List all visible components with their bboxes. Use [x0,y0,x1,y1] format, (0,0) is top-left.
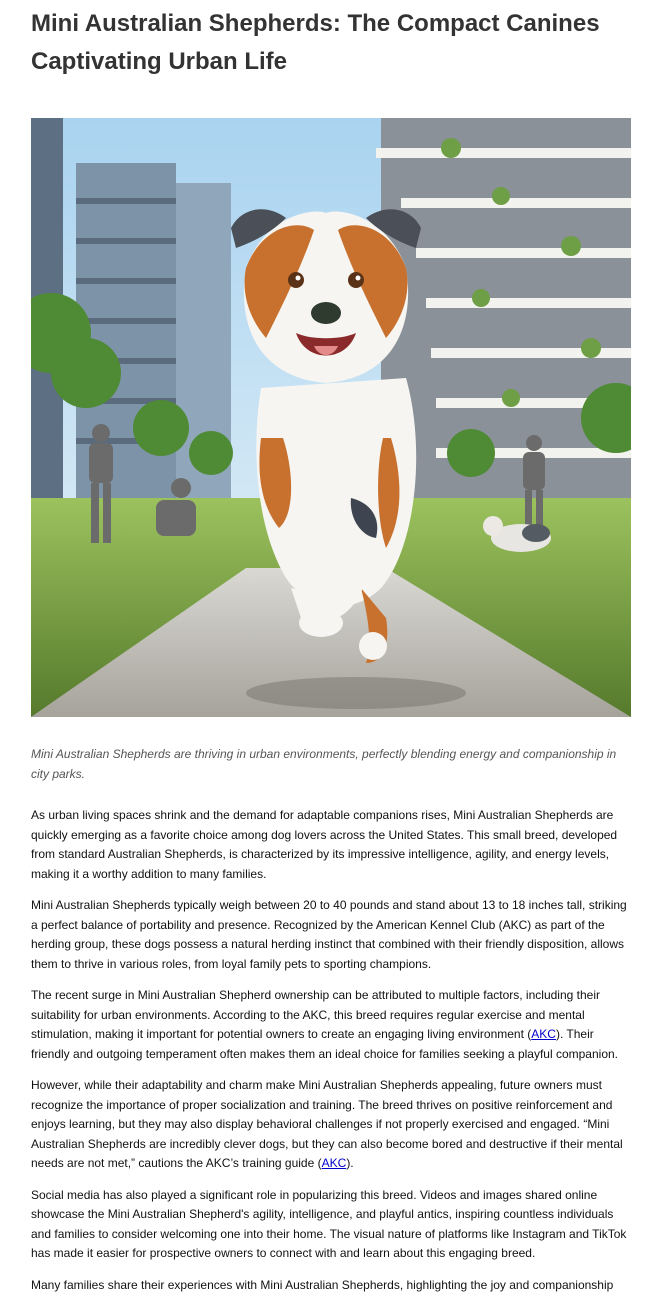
paragraph-4-text-b: ). [346,1156,354,1170]
paragraph-5: Social media has also played a significa… [31,1187,627,1261]
paragraph-4: However, while their adaptability and ch… [31,1076,631,1174]
paragraph-3: The recent surge in Mini Australian Shep… [31,986,631,1064]
paragraph-1: As urban living spaces shrink and the de… [31,808,618,881]
article-body: As urban living spaces shrink and the de… [31,806,631,1307]
paragraph-6: Many families share their experiences wi… [31,1277,614,1292]
article-title: Mini Australian Shepherds: The Compact C… [31,10,600,75]
paragraph-2: Mini Australian Shepherds typically weig… [31,898,627,971]
akc-link-2[interactable]: AKC [322,1156,347,1170]
dog-in-park-illustration [31,118,631,717]
akc-link-1[interactable]: AKC [531,1027,556,1041]
image-caption: Mini Australian Shepherds are thriving i… [31,747,617,781]
paragraph-3-text-a: The recent surge in Mini Australian Shep… [31,988,600,1041]
hero-image [31,118,631,717]
